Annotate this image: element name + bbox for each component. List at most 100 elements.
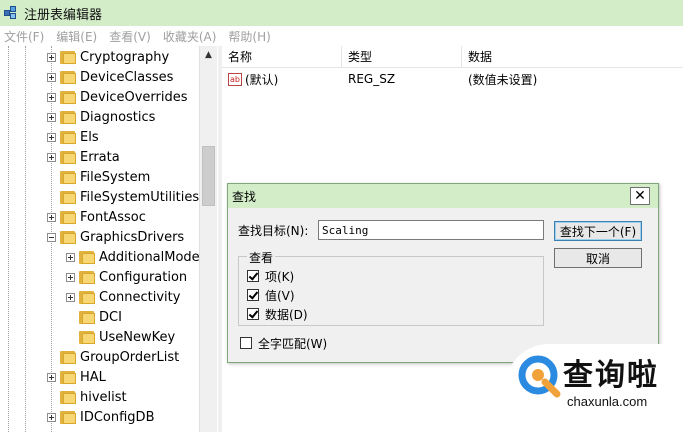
scroll-up-arrow-icon[interactable]: ▲	[200, 46, 217, 63]
value-data: (数值未设置)	[468, 72, 538, 87]
value-name: (默认)	[245, 72, 279, 87]
tree-item-label: Errata	[80, 149, 120, 165]
no-expand-spacer	[47, 193, 56, 202]
values-checkbox-label: 值(V)	[265, 288, 295, 303]
no-expand-spacer	[47, 173, 56, 182]
folder-icon	[79, 270, 95, 284]
expand-icon[interactable]	[47, 52, 56, 62]
menu-file[interactable]: 文件(F)	[4, 28, 44, 45]
folder-icon	[60, 410, 76, 424]
tree-item[interactable]: DeviceOverrides	[47, 87, 187, 107]
registry-tree[interactable]: Cryptography DeviceClasses DeviceOverrid…	[0, 46, 218, 432]
folder-icon	[60, 390, 76, 404]
menu-help[interactable]: 帮助(H)	[228, 28, 270, 45]
match-whole-row[interactable]: 全字匹配(W)	[240, 334, 327, 352]
folder-icon	[60, 130, 76, 144]
tree-item-label: Diagnostics	[80, 109, 156, 125]
expand-icon[interactable]	[47, 412, 56, 422]
keys-checkbox[interactable]	[247, 270, 259, 282]
tree-item[interactable]: hivelist	[47, 387, 127, 407]
tree-guide-line	[25, 46, 26, 432]
tree-item-label: GroupOrderList	[80, 349, 180, 365]
close-icon[interactable]: ✕	[630, 187, 650, 205]
tree-item[interactable]: Connectivity	[66, 287, 180, 307]
tree-item-label: HAL	[80, 369, 106, 385]
column-header-name[interactable]: 名称	[222, 46, 342, 68]
menu-view[interactable]: 查看(V)	[109, 28, 151, 45]
string-value-icon: ab	[228, 72, 242, 86]
match-whole-checkbox[interactable]	[240, 337, 252, 349]
folder-icon	[60, 110, 76, 124]
tree-guide-line	[8, 46, 9, 432]
values-checkbox[interactable]	[247, 289, 259, 301]
tree-item[interactable]: IDConfigDB	[47, 407, 154, 427]
folder-icon	[60, 190, 76, 204]
find-next-button[interactable]: 查找下一个(F)	[554, 221, 642, 241]
value-row[interactable]: ab (默认) REG_SZ (数值未设置)	[222, 69, 683, 89]
tree-item[interactable]: Els	[47, 127, 99, 147]
cancel-button[interactable]: 取消	[554, 248, 642, 268]
no-expand-spacer	[47, 393, 56, 402]
menu-favorites[interactable]: 收藏夹(A)	[163, 28, 217, 45]
expand-icon[interactable]	[47, 72, 56, 82]
menu-edit[interactable]: 编辑(E)	[56, 28, 97, 45]
folder-icon	[79, 310, 95, 324]
no-expand-spacer	[47, 353, 56, 362]
keys-checkbox-label: 项(K)	[265, 269, 295, 284]
folder-icon	[60, 150, 76, 164]
find-target-input[interactable]	[318, 220, 544, 240]
tree-item-label: DeviceOverrides	[80, 89, 188, 105]
watermark-text: 查询啦	[563, 358, 659, 393]
tree-item[interactable]: UseNewKey	[66, 327, 175, 347]
keys-checkbox-row[interactable]: 项(K)	[247, 267, 294, 285]
expand-icon[interactable]	[47, 372, 56, 382]
tree-item[interactable]: AdditionalModel	[66, 247, 203, 267]
tree-item-label: GraphicsDrivers	[80, 229, 185, 245]
scroll-thumb[interactable]	[202, 146, 215, 206]
column-header-data[interactable]: 数据	[462, 46, 683, 68]
expand-icon[interactable]	[47, 92, 56, 102]
regedit-app-icon	[3, 5, 19, 21]
values-checkbox-row[interactable]: 值(V)	[247, 286, 295, 304]
expand-icon[interactable]	[66, 272, 75, 282]
tree-item-label: FileSystem	[80, 169, 151, 185]
tree-item[interactable]: Diagnostics	[47, 107, 155, 127]
expand-icon[interactable]	[47, 132, 56, 142]
data-checkbox-row[interactable]: 数据(D)	[247, 305, 308, 323]
title-bar: 注册表编辑器	[0, 0, 683, 26]
tree-item[interactable]: Errata	[47, 147, 120, 167]
data-checkbox[interactable]	[247, 308, 259, 320]
expand-icon[interactable]	[47, 212, 56, 222]
no-expand-spacer	[66, 313, 75, 322]
collapse-icon[interactable]	[47, 232, 56, 242]
tree-item[interactable]: HAL	[47, 367, 106, 387]
tree-item[interactable]: Configuration	[66, 267, 187, 287]
tree-item[interactable]: DCI	[66, 307, 122, 327]
tree-item[interactable]: FontAssoc	[47, 207, 146, 227]
find-dialog: 查找 ✕ 查找目标(N): 查找下一个(F) 取消 查看 项(K) 值(V) 数…	[227, 183, 659, 363]
expand-icon[interactable]	[47, 112, 56, 122]
expand-icon[interactable]	[47, 152, 56, 162]
dialog-title-bar: 查找	[228, 184, 658, 208]
watermark-url: chaxunla.com	[567, 394, 648, 409]
folder-open-icon	[60, 230, 76, 244]
tree-item[interactable]: Cryptography	[47, 47, 169, 67]
folder-icon	[79, 330, 95, 344]
column-header-type[interactable]: 类型	[342, 46, 462, 68]
expand-icon[interactable]	[66, 292, 75, 302]
tree-item-label: Els	[80, 129, 99, 145]
expand-icon[interactable]	[66, 252, 75, 262]
tree-item[interactable]: DeviceClasses	[47, 67, 173, 87]
tree-item[interactable]: FileSystemUtilities	[47, 187, 199, 207]
tree-item[interactable]: FileSystem	[47, 167, 150, 187]
tree-item[interactable]: GraphicsDrivers	[47, 227, 184, 247]
window-title: 注册表编辑器	[24, 7, 103, 23]
folder-icon	[60, 350, 76, 364]
tree-scrollbar[interactable]: ▲	[199, 46, 217, 432]
tree-item-label: Connectivity	[99, 289, 181, 305]
data-checkbox-label: 数据(D)	[265, 307, 308, 322]
folder-icon	[60, 210, 76, 224]
tree-item[interactable]: GroupOrderList	[47, 347, 179, 367]
tree-item-label: UseNewKey	[99, 329, 176, 345]
folder-icon	[60, 170, 76, 184]
